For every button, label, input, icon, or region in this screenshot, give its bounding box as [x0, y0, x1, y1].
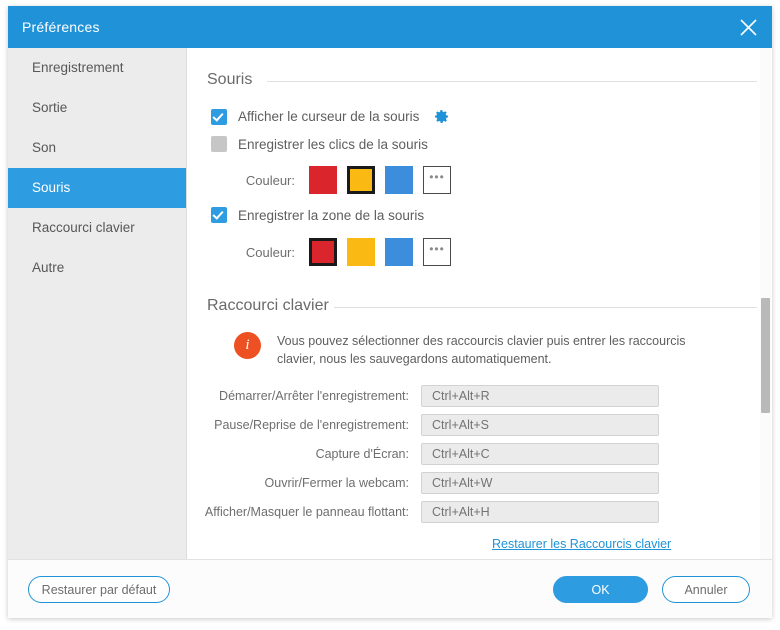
ok-button[interactable]: OK [553, 576, 648, 603]
content-scrollbar-track[interactable] [760, 48, 771, 560]
area-color-label: Couleur: [233, 245, 295, 260]
click-color-label: Couleur: [233, 173, 295, 188]
show-cursor-label: Afficher le curseur de la souris [238, 109, 419, 124]
click-color-swatch-yellow[interactable] [347, 166, 375, 194]
sidebar-item-raccourci-clavier[interactable]: Raccourci clavier [8, 208, 186, 248]
preferences-window: Préférences Enregistrement Sortie Son So… [8, 6, 772, 618]
shortcut-input-webcam[interactable]: Ctrl+Alt+W [421, 472, 659, 494]
content-scrollbar-thumb[interactable] [761, 298, 770, 413]
shortcut-section-divider [334, 307, 757, 308]
record-area-checkbox[interactable] [211, 207, 227, 223]
content-panel: Souris Afficher le curseur de la souris … [187, 48, 772, 560]
click-color-swatch-blue[interactable] [385, 166, 413, 194]
record-area-row: Enregistrer la zone de la souris [211, 207, 424, 223]
shortcut-row-start-stop: Démarrer/Arrêter l'enregistrement: Ctrl+… [187, 384, 677, 407]
shortcut-section-title: Raccourci clavier [207, 297, 329, 315]
shortcut-label: Démarrer/Arrêter l'enregistrement: [187, 389, 409, 403]
shortcut-row-pause-resume: Pause/Reprise de l'enregistrement: Ctrl+… [187, 413, 677, 436]
shortcut-label: Afficher/Masquer le panneau flottant: [187, 505, 409, 519]
info-icon: i [234, 332, 261, 359]
sidebar-item-son[interactable]: Son [8, 128, 186, 168]
title-bar: Préférences [8, 6, 772, 48]
close-icon[interactable] [732, 12, 764, 42]
shortcut-info-note: i Vous pouvez sélectionner des raccourci… [234, 332, 707, 368]
record-clicks-row: Enregistrer les clics de la souris [211, 136, 428, 152]
restore-shortcuts-link[interactable]: Restaurer les Raccourcis clavier [492, 537, 671, 551]
mouse-section-divider [267, 81, 757, 82]
show-cursor-row: Afficher le curseur de la souris [211, 108, 450, 125]
shortcut-label: Capture d'Écran: [187, 447, 409, 461]
sidebar-item-autre[interactable]: Autre [8, 248, 186, 288]
shortcut-row-screenshot: Capture d'Écran: Ctrl+Alt+C [187, 442, 677, 465]
sidebar: Enregistrement Sortie Son Souris Raccour… [8, 48, 187, 560]
mouse-section-title: Souris [207, 71, 252, 89]
shortcut-input-start-stop[interactable]: Ctrl+Alt+R [421, 385, 659, 407]
show-cursor-checkbox[interactable] [211, 109, 227, 125]
area-color-more-button[interactable]: ••• [423, 238, 451, 266]
shortcut-label: Pause/Reprise de l'enregistrement: [187, 418, 409, 432]
cancel-button[interactable]: Annuler [662, 576, 750, 603]
record-area-label: Enregistrer la zone de la souris [238, 208, 424, 223]
sidebar-item-souris[interactable]: Souris [8, 168, 186, 208]
area-color-swatch-red[interactable] [309, 238, 337, 266]
shortcut-input-pause-resume[interactable]: Ctrl+Alt+S [421, 414, 659, 436]
gear-icon[interactable] [433, 108, 450, 125]
area-color-swatch-blue[interactable] [385, 238, 413, 266]
window-title: Préférences [22, 19, 100, 35]
area-color-row: Couleur: ••• [233, 238, 451, 266]
record-clicks-checkbox[interactable] [211, 136, 227, 152]
footer-bar: Restaurer par défaut OK Annuler [8, 559, 772, 618]
shortcut-row-webcam: Ouvrir/Fermer la webcam: Ctrl+Alt+W [187, 471, 677, 494]
click-color-more-button[interactable]: ••• [423, 166, 451, 194]
sidebar-item-enregistrement[interactable]: Enregistrement [8, 48, 186, 88]
shortcut-row-float-panel: Afficher/Masquer le panneau flottant: Ct… [187, 500, 677, 523]
record-clicks-label: Enregistrer les clics de la souris [238, 137, 428, 152]
area-color-swatch-yellow[interactable] [347, 238, 375, 266]
restore-default-button[interactable]: Restaurer par défaut [28, 576, 170, 603]
click-color-row: Couleur: ••• [233, 166, 451, 194]
sidebar-item-sortie[interactable]: Sortie [8, 88, 186, 128]
shortcut-input-float-panel[interactable]: Ctrl+Alt+H [421, 501, 659, 523]
shortcut-label: Ouvrir/Fermer la webcam: [187, 476, 409, 490]
shortcut-input-screenshot[interactable]: Ctrl+Alt+C [421, 443, 659, 465]
click-color-swatch-red[interactable] [309, 166, 337, 194]
shortcut-info-text: Vous pouvez sélectionner des raccourcis … [277, 332, 707, 368]
